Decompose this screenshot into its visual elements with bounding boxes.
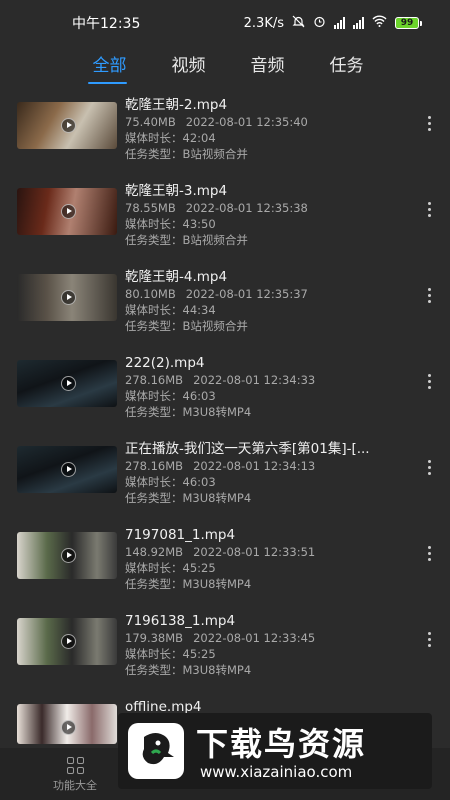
item-type: B站视频合并: [182, 233, 248, 247]
item-size: 80.10MB: [125, 287, 176, 301]
nav-features-label: 功能大全: [53, 779, 97, 792]
item-title: 7196138_1.mp4: [125, 613, 236, 629]
list-item[interactable]: 正在播放-我们这一天第六季[第01集]-[... 278.16MB 2022-08…: [0, 430, 450, 516]
list-item[interactable]: 乾隆王朝-2.mp4 75.40MB 2022-08-01 12:35:40 媒体…: [0, 86, 450, 172]
more-options-icon[interactable]: [426, 288, 432, 303]
item-size: 78.55MB: [125, 201, 176, 215]
item-title: 乾隆王朝-4.mp4: [125, 269, 228, 285]
more-options-icon[interactable]: [426, 546, 432, 561]
item-title: 乾隆王朝-3.mp4: [125, 183, 228, 199]
item-date: 2022-08-01 12:34:33: [193, 373, 316, 387]
category-tabs: 全部 视频 音频 任务: [70, 46, 386, 84]
video-thumbnail[interactable]: [17, 618, 117, 665]
item-date: 2022-08-01 12:35:37: [185, 287, 308, 301]
item-type: B站视频合并: [182, 319, 248, 333]
item-duration: 45:25: [182, 561, 216, 575]
item-size: 179.38MB: [125, 631, 184, 645]
wifi-icon: [372, 15, 387, 31]
item-duration: 43:50: [182, 217, 216, 231]
list-item[interactable]: 7197081_1.mp4 148.92MB 2022-08-01 12:33:5…: [0, 516, 450, 602]
tab-audio[interactable]: 音频: [228, 46, 307, 84]
play-icon: [61, 290, 76, 305]
nav-features[interactable]: 功能大全: [30, 754, 120, 793]
more-options-icon[interactable]: [426, 202, 432, 217]
play-icon: [61, 118, 76, 133]
item-title: 7197081_1.mp4: [125, 527, 236, 543]
more-options-icon[interactable]: [426, 632, 432, 647]
video-thumbnail[interactable]: [17, 532, 117, 579]
item-type: M3U8转MP4: [182, 405, 252, 419]
play-icon: [61, 204, 76, 219]
item-date: 2022-08-01 12:33:45: [193, 631, 316, 645]
status-bar: 中午12:35 2.3K/s 99: [0, 0, 450, 46]
watermark-overlay: 下载鸟资源 www.xiazainiao.com: [118, 713, 432, 789]
play-icon: [61, 462, 76, 477]
item-size: 75.40MB: [125, 115, 176, 129]
signal-icon: [334, 17, 345, 29]
item-title: 乾隆王朝-2.mp4: [125, 97, 228, 113]
tab-all[interactable]: 全部: [70, 46, 149, 84]
item-type: B站视频合并: [182, 147, 248, 161]
grid-icon: [66, 757, 84, 774]
battery-icon: 99: [395, 17, 422, 29]
list-item[interactable]: 乾隆王朝-4.mp4 80.10MB 2022-08-01 12:35:37 媒体…: [0, 258, 450, 344]
video-thumbnail[interactable]: [17, 274, 117, 321]
item-duration: 45:25: [182, 647, 216, 661]
list-item[interactable]: 乾隆王朝-3.mp4 78.55MB 2022-08-01 12:35:38 媒体…: [0, 172, 450, 258]
watermark-title: 下载鸟资源: [196, 725, 367, 763]
item-date: 2022-08-01 12:35:38: [185, 201, 308, 215]
play-icon: [61, 548, 76, 563]
video-thumbnail[interactable]: [17, 102, 117, 149]
item-duration: 42:04: [182, 131, 216, 145]
item-size: 278.16MB: [125, 373, 184, 387]
item-type: M3U8转MP4: [182, 491, 252, 505]
play-icon: [61, 720, 76, 735]
network-speed: 2.3K/s: [243, 15, 284, 31]
tab-tasks[interactable]: 任务: [307, 46, 386, 84]
more-options-icon[interactable]: [426, 374, 432, 389]
more-options-icon[interactable]: [426, 116, 432, 131]
item-duration: 46:03: [182, 389, 216, 403]
item-type: M3U8转MP4: [182, 663, 252, 677]
video-thumbnail[interactable]: [17, 188, 117, 235]
signal-hd-icon: [353, 17, 364, 29]
status-icons: 2.3K/s 99: [244, 15, 422, 32]
bird-logo-icon: [128, 723, 184, 779]
video-thumbnail[interactable]: [17, 704, 117, 744]
more-options-icon[interactable]: [426, 460, 432, 475]
active-tab-indicator: [88, 82, 127, 84]
play-icon: [61, 376, 76, 391]
watermark-url: www.xiazainiao.com: [200, 763, 353, 781]
item-duration: 46:03: [182, 475, 216, 489]
item-size: 148.92MB: [125, 545, 184, 559]
item-date: 2022-08-01 12:35:40: [185, 115, 308, 129]
mute-icon: [292, 15, 305, 32]
list-item[interactable]: 222(2).mp4 278.16MB 2022-08-01 12:34:33 媒…: [0, 344, 450, 430]
item-duration: 44:34: [182, 303, 216, 317]
list-item[interactable]: 7196138_1.mp4 179.38MB 2022-08-01 12:33:4…: [0, 602, 450, 688]
video-thumbnail[interactable]: [17, 360, 117, 407]
item-size: 278.16MB: [125, 459, 184, 473]
tab-video[interactable]: 视频: [149, 46, 228, 84]
item-type: M3U8转MP4: [182, 577, 252, 591]
item-title: 正在播放-我们这一天第六季[第01集]-[...: [125, 441, 370, 457]
media-list: 乾隆王朝-2.mp4 75.40MB 2022-08-01 12:35:40 媒体…: [0, 86, 450, 774]
video-thumbnail[interactable]: [17, 446, 117, 493]
item-date: 2022-08-01 12:33:51: [193, 545, 316, 559]
status-time: 中午12:35: [72, 16, 141, 32]
alarm-icon: [313, 15, 326, 32]
play-icon: [61, 634, 76, 649]
item-date: 2022-08-01 12:34:13: [193, 459, 316, 473]
item-title: 222(2).mp4: [125, 355, 205, 371]
